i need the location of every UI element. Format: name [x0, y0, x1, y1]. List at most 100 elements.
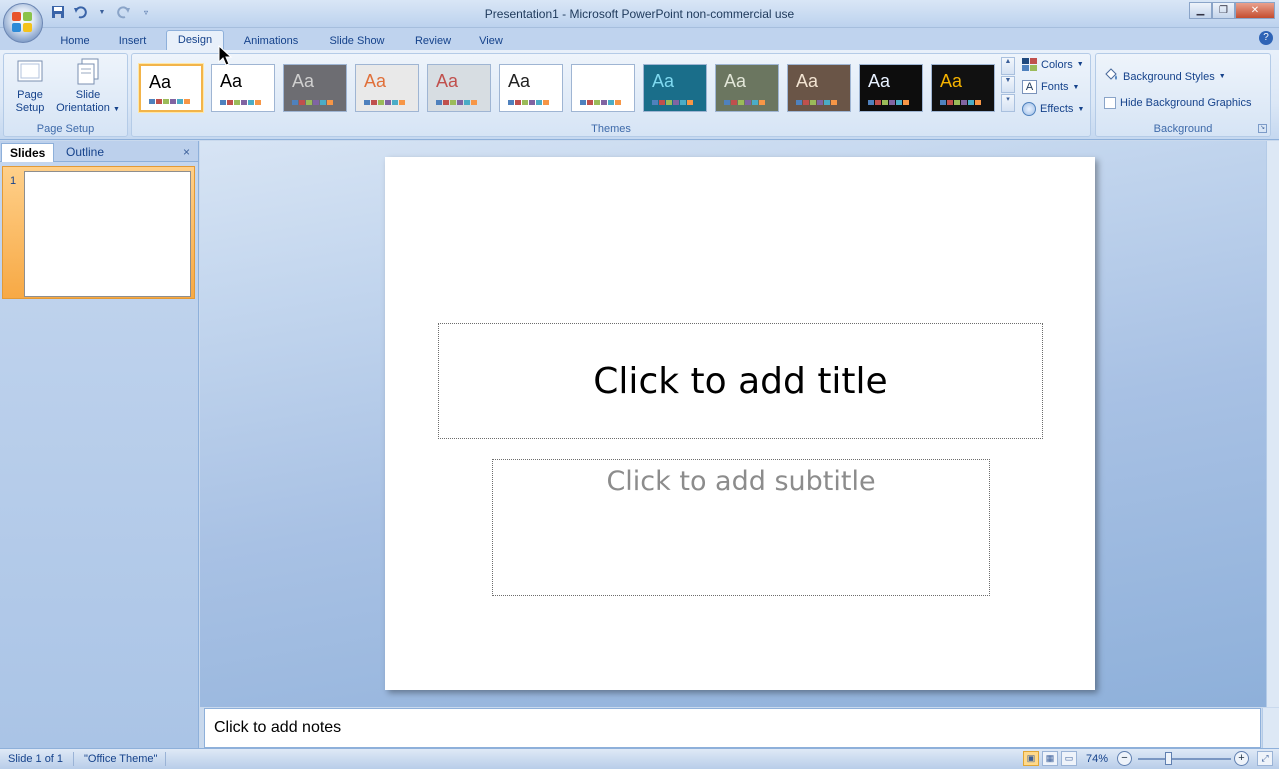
hide-background-graphics-checkbox[interactable]: Hide Background Graphics [1104, 97, 1251, 109]
group-themes: Aa Aa Aa Aa Aa Aa Aa Aa Aa Aa Aa Aa Themes [131, 53, 1091, 137]
page-setup-button[interactable]: Page Setup [8, 58, 52, 115]
help-icon[interactable]: ? [1259, 31, 1273, 45]
slide-thumbnail[interactable] [24, 171, 191, 297]
theme-sample-text: Aa [796, 71, 819, 91]
tab-insert[interactable]: Insert [110, 32, 155, 50]
restore-button[interactable]: ❐ [1212, 2, 1235, 19]
status-bar: Slide 1 of 1 "Office Theme" ▣ ▦ ▭ 74% − … [0, 748, 1279, 769]
tab-design[interactable]: Design [166, 30, 224, 51]
zoom-in-button[interactable]: + [1234, 751, 1249, 766]
theme-thumbnail[interactable]: Aa [499, 64, 563, 112]
zoom-out-button[interactable]: − [1117, 751, 1132, 766]
theme-thumbnail[interactable]: Aa [355, 64, 419, 112]
theme-color-swatches [292, 100, 333, 105]
slide-sorter-view-icon[interactable]: ▦ [1042, 751, 1058, 766]
theme-thumbnail[interactable]: Aa [931, 64, 995, 112]
zoom-slider-track[interactable] [1138, 758, 1231, 760]
close-icon[interactable]: × [183, 145, 190, 159]
tab-view[interactable]: View [470, 32, 512, 50]
theme-color-swatches [940, 100, 981, 105]
effects-button[interactable]: Effects ▼ [1022, 102, 1084, 116]
theme-sample-text: Aa [292, 71, 315, 91]
theme-thumbnail[interactable]: Aa [787, 64, 851, 112]
effects-label: Effects [1040, 103, 1074, 115]
theme-color-swatches [364, 100, 405, 105]
zoom-slider-thumb[interactable] [1165, 752, 1172, 765]
gallery-scroll-up-button[interactable]: ▲ [1001, 57, 1015, 75]
status-divider [73, 752, 74, 766]
status-divider [165, 752, 166, 766]
theme-thumbnail[interactable]: Aa [715, 64, 779, 112]
subtitle-placeholder[interactable]: Click to add subtitle [492, 459, 990, 596]
theme-thumbnail[interactable]: Aa [139, 64, 203, 112]
dropdown-arrow-icon: ▼ [1076, 61, 1084, 68]
theme-sample-text: Aa [724, 71, 747, 91]
tab-slide-show[interactable]: Slide Show [320, 32, 394, 50]
theme-sample-text: Aa [652, 71, 675, 91]
group-label-page-setup: Page Setup [36, 123, 95, 135]
theme-thumbnail[interactable]: Aa [211, 64, 275, 112]
notes-pane[interactable]: Click to add notes [204, 708, 1261, 748]
vertical-scrollbar[interactable] [1266, 141, 1279, 707]
theme-gallery-scroll: ▲ ▼ ▾ [1001, 57, 1015, 113]
office-logo-icon [12, 12, 34, 34]
theme-thumbnail[interactable]: Aa [859, 64, 923, 112]
theme-thumbnail[interactable]: Aa [571, 64, 635, 112]
slide-orientation-button[interactable]: Slide Orientation ▼ [52, 58, 124, 116]
colors-button[interactable]: Colors ▼ [1022, 58, 1084, 71]
slide-show-view-icon[interactable]: ▭ [1061, 751, 1077, 766]
title-placeholder[interactable]: Click to add title [438, 323, 1043, 439]
ribbon-tabs: Home Insert Design Animations Slide Show… [0, 28, 1279, 51]
slide-thumbnail-item[interactable]: 1 [2, 166, 195, 299]
ribbon: Page Setup Slide Orientation ▼ Page Setu… [0, 50, 1279, 140]
tab-home[interactable]: Home [52, 32, 98, 50]
notes-placeholder: Click to add notes [214, 719, 342, 736]
zoom-level[interactable]: 74% [1086, 753, 1108, 765]
close-button[interactable]: ✕ [1235, 2, 1275, 19]
mouse-cursor-icon [218, 45, 233, 66]
paint-bucket-icon [1104, 68, 1119, 85]
group-label-background: Background [1153, 123, 1213, 135]
window-controls: ▁ ❐ ✕ [1189, 2, 1275, 19]
theme-thumbnail[interactable]: Aa [283, 64, 347, 112]
background-styles-label: Background Styles [1123, 70, 1215, 83]
group-label-themes: Themes [591, 123, 631, 135]
theme-sample-text: Aa [149, 72, 172, 92]
page-setup-icon [15, 58, 45, 86]
dialog-launcher-icon[interactable]: ↘ [1258, 124, 1267, 133]
notes-scrollbar[interactable] [1262, 708, 1279, 748]
minimize-button[interactable]: ▁ [1189, 2, 1212, 19]
theme-color-swatches [436, 100, 477, 105]
tab-slides[interactable]: Slides [1, 143, 55, 162]
tab-review[interactable]: Review [406, 32, 460, 50]
fit-to-window-icon[interactable]: ⤢ [1257, 751, 1273, 766]
theme-sample-text: Aa [220, 71, 243, 91]
checkbox-icon [1104, 97, 1116, 109]
office-button[interactable] [3, 3, 43, 43]
theme-thumbnail[interactable]: Aa [643, 64, 707, 112]
theme-sample-text: Aa [508, 71, 531, 91]
slide-orientation-label-2: Orientation [56, 102, 110, 114]
tab-animations[interactable]: Animations [234, 32, 308, 50]
theme-color-swatches [580, 100, 621, 105]
slide-orientation-icon [73, 58, 103, 86]
gallery-scroll-down-button[interactable]: ▼ [1001, 75, 1015, 94]
theme-thumbnail[interactable]: Aa [427, 64, 491, 112]
slide-canvas[interactable]: Click to add title Click to add subtitle [385, 157, 1095, 690]
tab-outline[interactable]: Outline [58, 143, 112, 162]
background-styles-button[interactable]: Background Styles ▼ [1104, 68, 1226, 85]
normal-view-icon[interactable]: ▣ [1023, 751, 1039, 766]
theme-name: "Office Theme" [84, 753, 158, 765]
theme-color-swatches [652, 100, 693, 105]
colors-label: Colors [1041, 58, 1073, 71]
slide-orientation-label-1: Slide [75, 89, 101, 101]
theme-color-swatches [796, 100, 837, 105]
theme-color-swatches [220, 100, 261, 105]
gallery-more-button[interactable]: ▾ [1001, 94, 1015, 113]
dropdown-arrow-icon: ▼ [1077, 105, 1085, 113]
slide-editing-area: Click to add title Click to add subtitle [200, 141, 1266, 707]
theme-color-swatches [508, 100, 549, 105]
fonts-button[interactable]: A Fonts ▼ [1022, 80, 1079, 94]
slides-pane: Slides Outline × 1 [0, 141, 199, 748]
title-bar: ▼ ▿ Presentation1 - Microsoft PowerPoint… [0, 0, 1279, 28]
